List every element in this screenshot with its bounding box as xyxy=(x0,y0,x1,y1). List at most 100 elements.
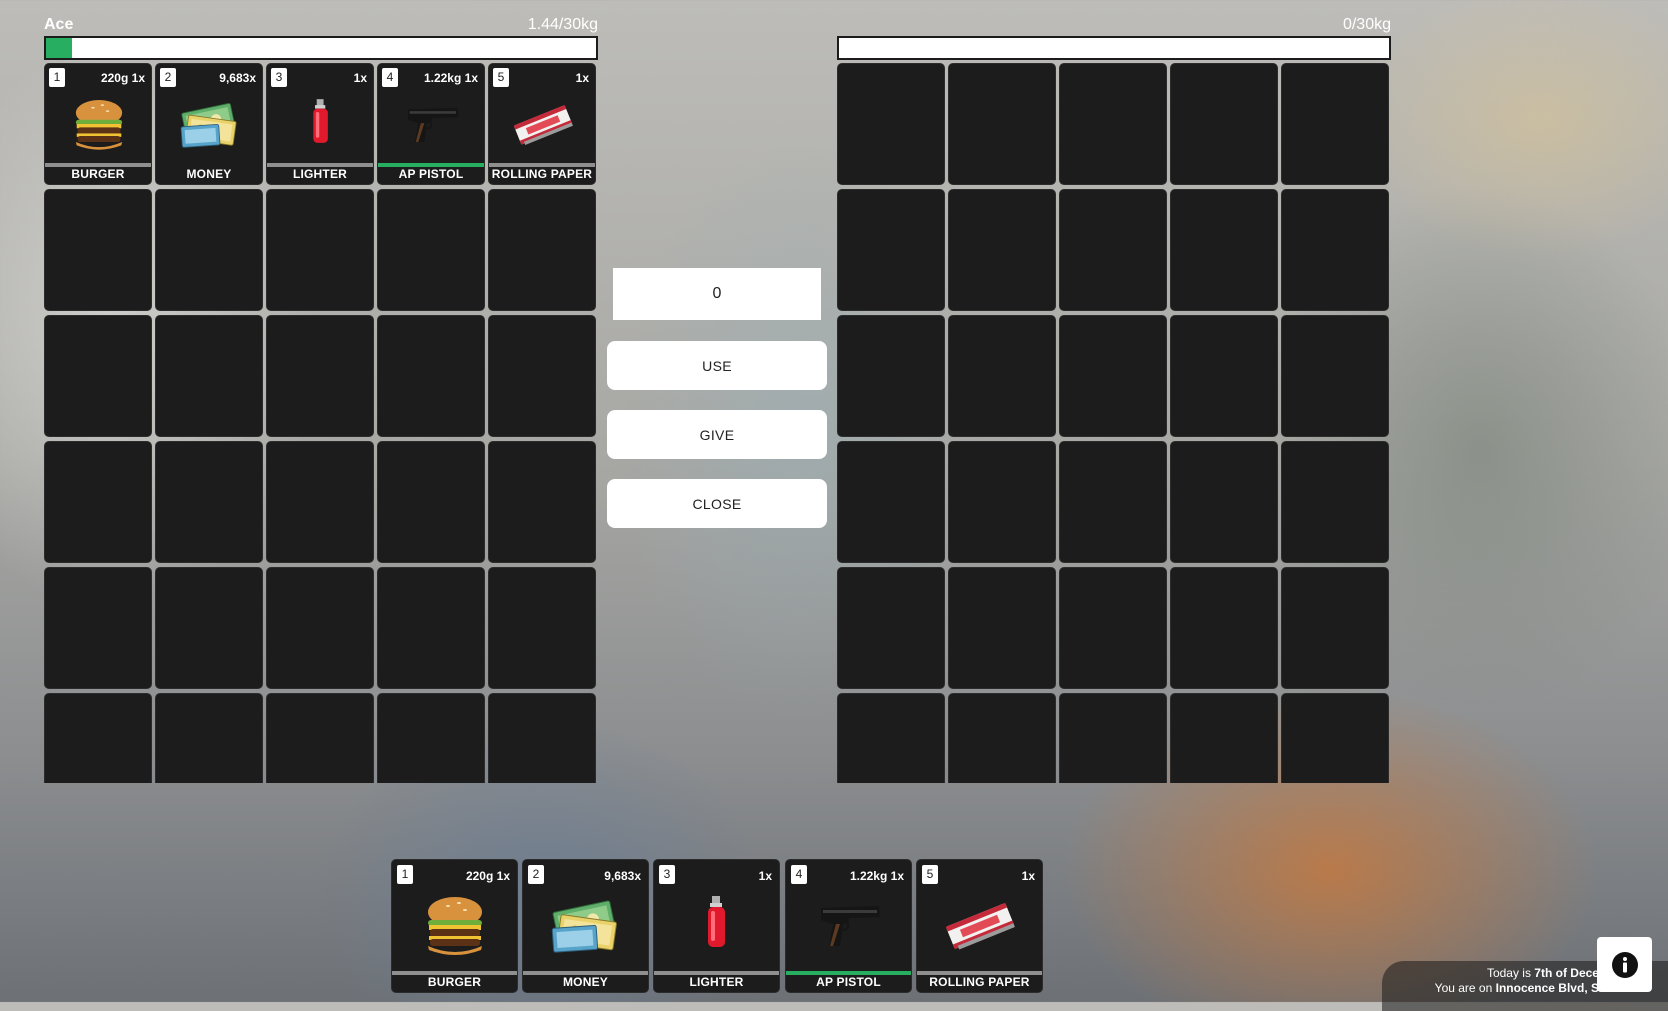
inventory-slot-empty[interactable] xyxy=(155,315,263,437)
inventory-slot-lighter[interactable]: 3 1x LIGHTER xyxy=(266,63,374,185)
inventory-slot-empty[interactable] xyxy=(44,441,152,563)
other-inventory-slot-empty[interactable] xyxy=(837,441,945,563)
inventory-slot-empty[interactable] xyxy=(266,189,374,311)
inventory-slot-empty[interactable] xyxy=(488,315,596,437)
slot-label: BURGER xyxy=(71,167,125,181)
player-inventory-grid: 1 220g 1x BURGER 2 9,683x MONEY 3 1x LIG… xyxy=(44,63,600,783)
use-button[interactable]: USE xyxy=(607,341,827,390)
hotbar-slot-rolling-paper[interactable]: 5 1x ROLLING PAPER xyxy=(916,859,1043,993)
inventory-slot-empty[interactable] xyxy=(488,441,596,563)
other-inventory-slot-empty[interactable] xyxy=(1059,189,1167,311)
other-inventory-slot-empty[interactable] xyxy=(948,441,1056,563)
other-inventory-slot-empty[interactable] xyxy=(1170,441,1278,563)
other-weight-bar xyxy=(837,36,1391,60)
lighter-icon xyxy=(313,99,328,143)
other-inventory-slot-empty[interactable] xyxy=(1059,693,1167,783)
inventory-slot-rolling-paper[interactable]: 5 1x ROLLING PAPER xyxy=(488,63,596,185)
slot-number: 4 xyxy=(791,865,807,884)
inventory-slot-empty[interactable] xyxy=(266,693,374,783)
give-button[interactable]: GIVE xyxy=(607,410,827,459)
slot-label: ROLLING PAPER xyxy=(929,975,1030,989)
other-inventory-slot-empty[interactable] xyxy=(1281,315,1389,437)
other-inventory-slot-empty[interactable] xyxy=(1059,63,1167,185)
inventory-slot-empty[interactable] xyxy=(44,567,152,689)
slot-number: 1 xyxy=(49,68,65,87)
inventory-slot-empty[interactable] xyxy=(155,567,263,689)
slot-label: ROLLING PAPER xyxy=(491,167,593,181)
player-weight-fill xyxy=(46,38,73,58)
slot-label: AP PISTOL xyxy=(816,975,881,989)
other-inventory-slot-empty[interactable] xyxy=(1059,315,1167,437)
slot-quantity: 1.22kg 1x xyxy=(423,71,478,85)
location-prefix: You are on xyxy=(1434,981,1496,995)
inventory-slot-empty[interactable] xyxy=(377,441,485,563)
other-inventory-slot-empty[interactable] xyxy=(948,189,1056,311)
lighter-icon xyxy=(708,896,725,947)
slot-number: 2 xyxy=(160,68,176,87)
inventory-slot-empty[interactable] xyxy=(488,189,596,311)
other-inventory-slot-empty[interactable] xyxy=(1059,441,1167,563)
other-inventory-slot-empty[interactable] xyxy=(837,189,945,311)
inventory-slot-empty[interactable] xyxy=(488,693,596,783)
slot-label: LIGHTER xyxy=(292,167,348,181)
other-inventory-slot-empty[interactable] xyxy=(837,315,945,437)
other-inventory-slot-empty[interactable] xyxy=(948,63,1056,185)
inventory-slot-empty[interactable] xyxy=(266,441,374,563)
inventory-slot-empty[interactable] xyxy=(44,315,152,437)
hotbar-slot-money[interactable]: 2 9,683x MONEY xyxy=(522,859,649,993)
player-weight-bar xyxy=(44,36,598,60)
slot-number: 5 xyxy=(493,68,509,87)
info-button[interactable] xyxy=(1597,937,1652,992)
hotbar-slot-burger[interactable]: 1 220g 1x BURGER xyxy=(391,859,518,993)
inventory-slot-burger[interactable]: 1 220g 1x BURGER xyxy=(44,63,152,185)
other-inventory-slot-empty[interactable] xyxy=(948,693,1056,783)
hotbar-slot-ap-pistol[interactable]: 4 1.22kg 1x AP PISTOL xyxy=(785,859,912,993)
other-inventory-slot-empty[interactable] xyxy=(837,567,945,689)
other-inventory-slot-empty[interactable] xyxy=(948,567,1056,689)
player-inventory: Ace 1.44/30kg 1 220g 1x BURGER 2 9,683x … xyxy=(44,16,598,783)
inventory-slot-empty[interactable] xyxy=(155,441,263,563)
inventory-slot-empty[interactable] xyxy=(488,567,596,689)
other-inventory-slot-empty[interactable] xyxy=(1170,567,1278,689)
inventory-slot-empty[interactable] xyxy=(44,693,152,783)
date-prefix: Today is xyxy=(1486,966,1535,980)
slot-label: MONEY xyxy=(562,975,608,989)
other-inventory-slot-empty[interactable] xyxy=(1059,567,1167,689)
slot-quantity: 9,683x xyxy=(219,71,256,85)
inventory-slot-empty[interactable] xyxy=(377,189,485,311)
inventory-slot-ap-pistol[interactable]: 4 1.22kg 1x AP PISTOL xyxy=(377,63,485,185)
inventory-slot-empty[interactable] xyxy=(377,693,485,783)
inventory-slot-empty[interactable] xyxy=(377,315,485,437)
close-button[interactable]: CLOSE xyxy=(607,479,827,528)
hotbar-slot-lighter[interactable]: 3 1x LIGHTER xyxy=(653,859,780,993)
other-inventory-slot-empty[interactable] xyxy=(1170,189,1278,311)
other-inventory-slot-empty[interactable] xyxy=(1281,693,1389,783)
inventory-slot-empty[interactable] xyxy=(44,189,152,311)
other-inventory-slot-empty[interactable] xyxy=(1281,63,1389,185)
other-inventory-slot-empty[interactable] xyxy=(1170,693,1278,783)
other-inventory: 0/30kg xyxy=(837,16,1391,783)
other-inventory-slot-empty[interactable] xyxy=(837,693,945,783)
slot-quantity: 9,683x xyxy=(604,869,641,883)
inventory-slot-empty[interactable] xyxy=(266,567,374,689)
inventory-slot-empty[interactable] xyxy=(377,567,485,689)
slot-quantity: 1.22kg 1x xyxy=(849,869,904,883)
slot-number: 4 xyxy=(382,68,398,87)
money-icon xyxy=(180,102,237,148)
amount-input[interactable] xyxy=(613,268,821,320)
slot-quantity: 220g 1x xyxy=(100,71,145,85)
slot-number: 5 xyxy=(922,865,938,884)
other-inventory-slot-empty[interactable] xyxy=(1281,567,1389,689)
other-inventory-slot-empty[interactable] xyxy=(1281,441,1389,563)
other-inventory-slot-empty[interactable] xyxy=(948,315,1056,437)
inventory-slot-money[interactable]: 2 9,683x MONEY xyxy=(155,63,263,185)
inventory-slot-empty[interactable] xyxy=(155,693,263,783)
slot-number: 2 xyxy=(528,865,544,884)
other-inventory-slot-empty[interactable] xyxy=(1170,315,1278,437)
slot-number: 1 xyxy=(397,865,413,884)
inventory-slot-empty[interactable] xyxy=(266,315,374,437)
other-inventory-slot-empty[interactable] xyxy=(837,63,945,185)
other-inventory-slot-empty[interactable] xyxy=(1170,63,1278,185)
inventory-slot-empty[interactable] xyxy=(155,189,263,311)
other-inventory-slot-empty[interactable] xyxy=(1281,189,1389,311)
